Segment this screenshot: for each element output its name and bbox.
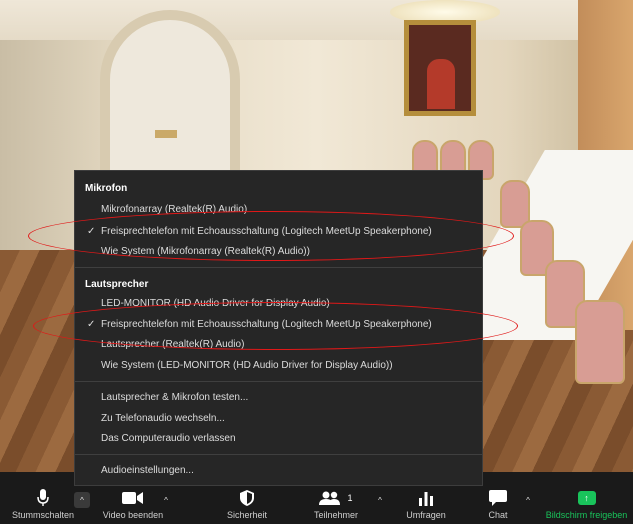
share-screen-button[interactable]: ↑ Bildschirm freigeben [540, 486, 633, 524]
bar-chart-icon [418, 486, 434, 510]
polls-label: Umfragen [406, 510, 446, 520]
leave-computer-audio-item[interactable]: Das Computeraudio verlassen [101, 433, 236, 444]
speaker-item-led-monitor[interactable]: LED-MONITOR (HD Audio Driver for Display… [101, 298, 330, 309]
test-audio-item[interactable]: Lautsprecher & Mikrofon testen... [101, 392, 248, 403]
door-handle [155, 130, 177, 138]
chat-bubble-icon [489, 486, 507, 510]
people-icon: 1 [319, 486, 353, 510]
polls-button[interactable]: Umfragen [396, 486, 456, 524]
mute-label: Stummschalten [11, 510, 75, 520]
security-button[interactable]: Sicherheit [214, 486, 280, 524]
divider [75, 267, 482, 268]
speaker-item-realtek[interactable]: Lautsprecher (Realtek(R) Audio) [101, 339, 244, 350]
divider [75, 381, 482, 382]
mute-options-caret[interactable]: ^ [74, 492, 90, 508]
checkmark-icon: ✓ [87, 226, 96, 237]
speaker-item-logitech[interactable]: Freisprechtelefon mit Echoausschaltung (… [101, 319, 432, 330]
participants-label: Teilnehmer [313, 510, 359, 520]
divider [75, 454, 482, 455]
security-label: Sicherheit [226, 510, 268, 520]
switch-phone-audio-item[interactable]: Zu Telefonaudio wechseln... [101, 413, 225, 424]
chat-button[interactable]: Chat [478, 486, 518, 524]
painting-figure [427, 59, 455, 109]
participant-count: 1 [347, 493, 353, 503]
video-options-caret[interactable]: ^ [158, 492, 174, 508]
chat-label: Chat [488, 510, 508, 520]
mic-item-realtek[interactable]: Mikrofonarray (Realtek(R) Audio) [101, 204, 247, 215]
chat-options-caret[interactable]: ^ [520, 492, 536, 508]
participants-button[interactable]: 1 Teilnehmer [300, 486, 372, 524]
share-screen-label: Bildschirm freigeben [545, 510, 628, 520]
mic-item-system[interactable]: Wie System (Mikrofonarray (Realtek(R) Au… [101, 246, 310, 257]
video-label: Video beenden [102, 510, 164, 520]
video-camera-icon [122, 486, 144, 510]
microphone-heading: Mikrofon [85, 183, 128, 194]
audio-menu: Mikrofon Mikrofonarray (Realtek(R) Audio… [74, 170, 483, 486]
checkmark-icon: ✓ [87, 319, 96, 330]
share-screen-icon: ↑ [577, 486, 596, 510]
shield-icon [240, 486, 254, 510]
portrait-painting [404, 20, 476, 116]
speaker-heading: Lautsprecher [85, 279, 149, 290]
chair [575, 300, 625, 384]
participants-options-caret[interactable]: ^ [372, 492, 388, 508]
speaker-item-system[interactable]: Wie System (LED-MONITOR (HD Audio Driver… [101, 360, 393, 371]
audio-settings-item[interactable]: Audioeinstellungen... [101, 465, 194, 476]
microphone-icon [37, 486, 49, 510]
mic-item-logitech[interactable]: Freisprechtelefon mit Echoausschaltung (… [101, 226, 432, 237]
meeting-toolbar: Stummschalten ^ Video beenden ^ Sicherhe… [0, 486, 633, 524]
